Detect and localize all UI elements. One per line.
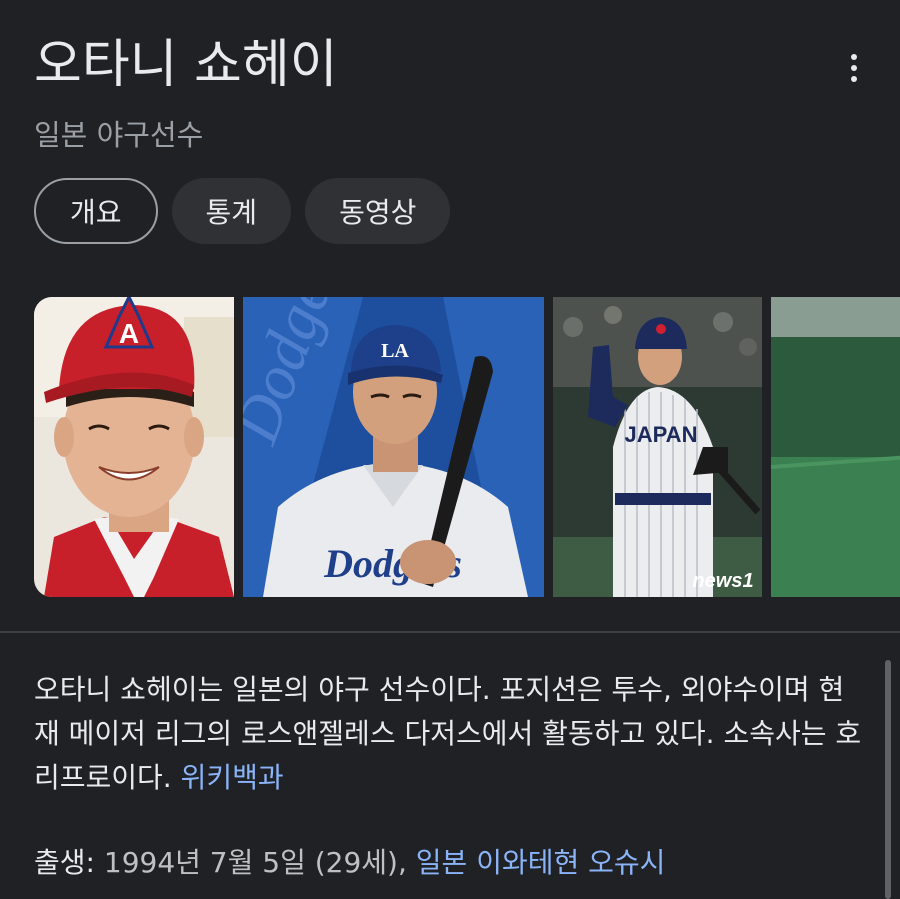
menu-dot (851, 65, 857, 71)
tab-overview[interactable]: 개요 (34, 178, 158, 244)
more-vert-icon[interactable] (842, 50, 866, 86)
menu-dot (851, 76, 857, 82)
birthplace-link[interactable]: 일본 이와테현 오슈시 (416, 846, 666, 879)
tab-chips: 개요 통계 동영상 (34, 178, 451, 244)
image-gallery: A Dodgers Dodgers LA JAPAN news1 (34, 297, 900, 597)
photo-angels-portrait[interactable]: A (34, 297, 234, 597)
dodgers-photo-image: Dodgers Dodgers LA (243, 297, 544, 597)
wikipedia-link[interactable]: 위키백과 (181, 761, 284, 794)
photo-dodgers-bat[interactable]: Dodgers Dodgers LA (243, 297, 544, 597)
born-colon: : (85, 846, 95, 879)
menu-dot (851, 54, 857, 60)
angels-logo-a: A (119, 318, 139, 349)
page-subtitle: 일본 야구선수 (34, 118, 204, 152)
team-japan-image: JAPAN news1 (553, 297, 762, 597)
photo-stadium[interactable] (771, 297, 900, 597)
stadium-image (771, 297, 900, 597)
tab-stats[interactable]: 통계 (171, 178, 292, 244)
description: 오타니 쇼헤이는 일본의 야구 선수이다. 포지션은 투수, 외야수이며 현재 … (34, 668, 866, 800)
japan-jersey-text: JAPAN (625, 422, 698, 447)
news1-watermark: news1 (692, 570, 753, 592)
description-text: 오타니 쇼헤이는 일본의 야구 선수이다. 포지션은 투수, 외야수이며 현재 … (34, 673, 862, 794)
photo-team-japan[interactable]: JAPAN news1 (553, 297, 762, 597)
scrollbar[interactable] (885, 660, 891, 899)
angels-portrait-image: A (34, 297, 234, 597)
born-row: 출생: 1994년 7월 5일 (29세), 일본 이와테현 오슈시 (34, 841, 665, 885)
born-label: 출생 (34, 846, 86, 879)
born-date: 1994년 7월 5일 (29세), (103, 846, 407, 879)
section-divider (0, 631, 900, 633)
page-title: 오타니 쇼헤이 (34, 35, 338, 95)
tab-videos[interactable]: 동영상 (305, 178, 451, 244)
knowledge-panel-header: 오타니 쇼헤이 일본 야구선수 (34, 30, 870, 152)
la-cap-logo: LA (381, 340, 409, 362)
